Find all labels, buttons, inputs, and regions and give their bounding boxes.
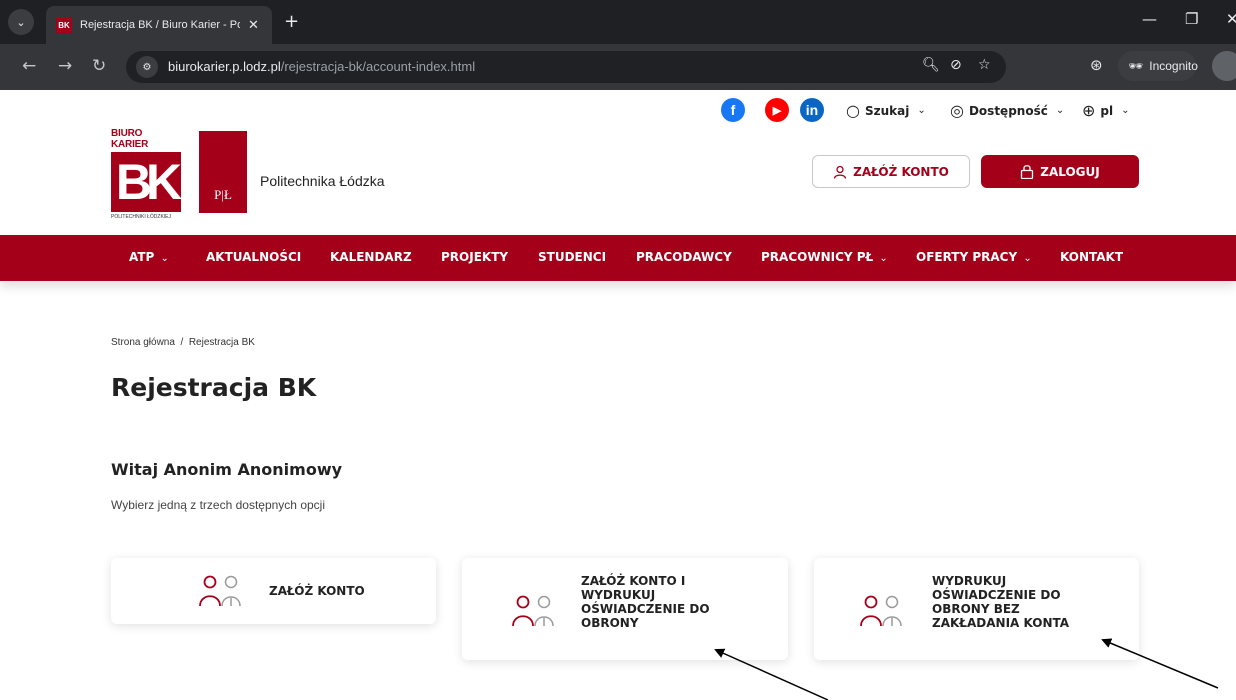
linkedin-icon[interactable]: in — [800, 98, 824, 122]
option-label: ZAŁÓŻ KONTO I WYDRUKUJ OŚWIADCZENIE DO O… — [581, 574, 710, 630]
address-bar[interactable]: ⚙ biurokarier.p.lodz.pl/rejestracja-bk/a… — [126, 51, 1006, 83]
nav-item-oferty[interactable]: OFERTY PRACY ⌄ — [916, 250, 1032, 264]
profile-menu-button[interactable] — [1212, 51, 1236, 81]
nav-item-kalendarz[interactable]: KALENDARZ — [330, 250, 412, 264]
eye-off-icon[interactable]: ⊘ — [950, 57, 962, 73]
reload-icon[interactable]: ↻ — [92, 56, 106, 76]
back-arrow-icon[interactable]: ← — [22, 56, 36, 76]
search-icon: ○ — [846, 101, 860, 120]
welcome-heading: Witaj Anonim Anonimowy — [111, 460, 343, 479]
nav-item-pracodawcy[interactable]: PRACODAWCY — [636, 250, 732, 264]
nav-item-projekty[interactable]: PROJEKTY — [441, 250, 508, 264]
accessibility-toggle[interactable]: ◎ Dostępność ⌄ — [950, 101, 1064, 120]
biuro-karier-logo[interactable]: BIURO KARIER BK POLITECHNIKI ŁÓDZKIEJ — [111, 128, 182, 220]
tab-title: Rejestracja BK / Biuro Karier - Po — [80, 19, 240, 31]
extensions-icon[interactable]: ⊛ — [1090, 56, 1103, 74]
user-icon — [833, 165, 847, 179]
search-toggle[interactable]: ○ Szukaj ⌄ — [846, 101, 926, 120]
language-switcher[interactable]: ⊕ pl ⌄ — [1082, 101, 1130, 120]
nav-item-aktualnosci[interactable]: AKTUALNOŚCI — [206, 250, 301, 264]
youtube-icon[interactable]: ▶ — [765, 98, 789, 122]
browser-tab-strip: ⌄ BK Rejestracja BK / Biuro Karier - Po … — [0, 0, 1236, 44]
users-icon — [199, 575, 241, 607]
option-label: WYDRUKUJ OŚWIADCZENIE DO OBRONY BEZ ZAKŁ… — [932, 574, 1070, 630]
nav-item-atp[interactable]: ATP ⌄ — [129, 250, 169, 264]
window-restore-icon[interactable]: ❐ — [1185, 10, 1198, 28]
chevron-down-icon: ⌄ — [1055, 105, 1065, 116]
main-navigation: ATP ⌄ AKTUALNOŚCI KALENDARZ PROJEKTY STU… — [0, 235, 1236, 281]
breadcrumb[interactable]: Strona główna / Rejestracja BK — [111, 337, 255, 348]
eye-icon: ◎ — [950, 101, 964, 120]
forward-arrow-icon[interactable]: → — [58, 56, 72, 76]
browser-tab-active[interactable]: BK Rejestracja BK / Biuro Karier - Po ✕ — [46, 6, 272, 44]
chevron-down-icon: ⌄ — [1020, 253, 1032, 264]
browser-toolbar: ← → ↻ ⚙ biurokarier.p.lodz.pl/rejestracj… — [0, 44, 1236, 90]
option-card-print-without-account[interactable]: WYDRUKUJ OŚWIADCZENIE DO OBRONY BEZ ZAKŁ… — [814, 558, 1139, 660]
url-text[interactable]: biurokarier.p.lodz.pl/rejestracja-bk/acc… — [168, 59, 475, 74]
lock-icon — [1021, 165, 1034, 179]
nav-item-kontakt[interactable]: KONTAKT — [1060, 250, 1123, 264]
globe-icon: ⊕ — [1082, 101, 1096, 120]
users-icon — [860, 595, 902, 627]
bk-favicon-icon: BK — [56, 17, 72, 33]
incognito-indicator[interactable]: 🕶︎ Incognito — [1118, 51, 1198, 81]
chevron-down-icon: ⌄ — [157, 253, 169, 264]
incognito-icon: 🕶︎ — [1128, 59, 1144, 73]
window-close-icon[interactable]: ✕ — [1226, 10, 1236, 28]
university-name: Politechnika Łódzka — [260, 173, 385, 189]
window-minimize-icon[interactable]: — — [1142, 10, 1157, 28]
zoom-icon[interactable]: 🔍︎ — [922, 57, 940, 73]
page-title: Rejestracja BK — [111, 373, 317, 402]
new-tab-plus-icon[interactable]: + — [284, 11, 299, 32]
login-button[interactable]: ZALOGUJ — [981, 155, 1139, 188]
nav-item-studenci[interactable]: STUDENCI — [538, 250, 606, 264]
facebook-icon[interactable]: f — [721, 98, 745, 122]
tab-search-chevron-icon[interactable]: ⌄ — [8, 9, 34, 35]
nav-item-pracownicy[interactable]: PRACOWNICY PŁ ⌄ — [761, 250, 888, 264]
bookmark-star-icon[interactable]: ☆ — [978, 57, 991, 73]
politechnika-logo[interactable]: P|Ł — [199, 131, 247, 213]
tab-close-icon[interactable]: ✕ — [248, 18, 259, 33]
users-icon — [512, 595, 554, 627]
site-info-icon[interactable]: ⚙ — [136, 56, 158, 78]
chevron-down-icon: ⌄ — [917, 105, 926, 116]
create-account-button[interactable]: ZAŁÓŻ KONTO — [812, 155, 970, 188]
chevron-down-icon: ⌄ — [876, 253, 888, 264]
option-card-create-account-and-print[interactable]: ZAŁÓŻ KONTO I WYDRUKUJ OŚWIADCZENIE DO O… — [462, 558, 788, 660]
option-card-create-account[interactable]: ZAŁÓŻ KONTO — [111, 558, 436, 624]
option-label: ZAŁÓŻ KONTO — [269, 584, 365, 598]
chevron-down-icon: ⌄ — [1121, 105, 1130, 116]
instruction-text: Wybierz jedną z trzech dostępnych opcji — [111, 498, 325, 512]
